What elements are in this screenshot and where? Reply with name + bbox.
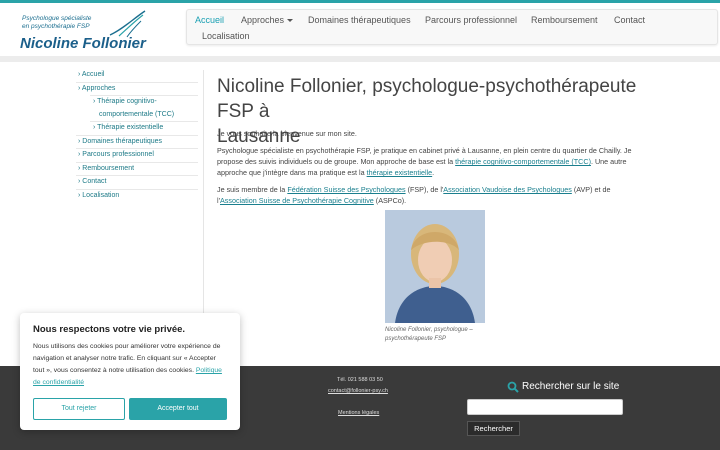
nav-item-accueil[interactable]: Accueil	[195, 15, 224, 25]
portrait-photo	[385, 210, 485, 323]
sidebar-divider	[76, 135, 198, 136]
sidebar-item-label: Contact	[82, 178, 107, 185]
sidebar-item-tcc-line2[interactable]: comportementale (TCC)	[99, 111, 174, 118]
sidebar-item-domaines[interactable]: › Domaines thérapeutiques	[78, 138, 162, 145]
accept-all-button[interactable]: Accepter tout	[129, 398, 227, 420]
sidebar-item-label: Remboursement	[82, 165, 135, 172]
intro-text-c: .	[432, 168, 435, 177]
search-title: Rechercher sur le site	[522, 381, 620, 392]
nav-item-parcours[interactable]: Parcours professionnel	[425, 15, 517, 25]
sidebar-divider	[90, 121, 198, 122]
portrait-illustration	[385, 210, 485, 323]
membership-paragraph: Je suis membre de la Fédération Suisse d…	[217, 184, 649, 206]
sidebar-item-label: Parcours professionnel	[82, 151, 154, 158]
footer-phone[interactable]: Tél. 021 588 03 50	[337, 377, 383, 383]
intro-paragraph: Psychologue spécialiste en psychothérapi…	[217, 145, 649, 178]
fsp-link[interactable]: Fédération Suisse des Psychologues	[287, 185, 405, 194]
sidebar-item-remboursement[interactable]: › Remboursement	[78, 165, 134, 172]
sidebar-divider	[90, 95, 198, 96]
sidebar-item-existentielle[interactable]: › Thérapie existentielle	[93, 124, 163, 131]
sidebar-divider	[76, 162, 198, 163]
membership-text-b: (FSP), de l'	[405, 185, 444, 194]
nav-item-contact[interactable]: Contact	[614, 15, 645, 25]
cookie-body-text: Nous utilisons des cookies pour améliore…	[33, 343, 221, 374]
nav-item-domaines[interactable]: Domaines thérapeutiques	[308, 15, 411, 25]
search-icon	[507, 381, 519, 393]
page-title-line1: Nicoline Follonier, psychologue-psychoth…	[217, 76, 637, 122]
caret-down-icon	[287, 19, 294, 23]
sidebar-item-label: Localisation	[82, 192, 120, 199]
sidebar-item-label: Domaines thérapeutiques	[82, 138, 163, 145]
cookie-title: Nous respectons votre vie privée.	[33, 324, 186, 335]
logo-tagline: Psychologue spécialiste en psychothérapi…	[22, 15, 91, 31]
nav-item-remboursement[interactable]: Remboursement	[531, 15, 598, 25]
portrait-caption: Nicoline Follonier, psychologue – psycho…	[385, 327, 473, 342]
sidebar-item-label: Approches	[81, 85, 116, 92]
site-header: Psychologue spécialiste en psychothérapi…	[0, 3, 720, 58]
sidebar-item-label: Accueil	[81, 71, 105, 78]
cookie-banner: Nous respectons votre vie privée. Nous u…	[20, 313, 240, 430]
membership-text-a: Je suis membre de la	[217, 185, 288, 194]
logo-tagline-line1: Psychologue spécialiste	[22, 15, 92, 22]
site-logo[interactable]: Psychologue spécialiste en psychothérapi…	[20, 9, 170, 55]
nav-item-approches-label: Approches	[241, 15, 285, 25]
sidebar-item-contact[interactable]: › Contact	[78, 178, 106, 185]
sidebar-item-approches[interactable]: › Approches	[78, 85, 115, 92]
logo-name: Nicoline Follonier	[20, 35, 146, 52]
sidebar-item-accueil[interactable]: › Accueil	[78, 71, 104, 78]
sidebar-divider	[76, 148, 198, 149]
avp-link[interactable]: Association Vaudoise des Psychologues	[443, 185, 572, 194]
main-nav: Accueil Approches Domaines thérapeutique…	[186, 9, 718, 45]
header-divider	[0, 56, 720, 62]
nav-item-approches[interactable]: Approches	[241, 15, 294, 25]
footer-legal-link[interactable]: Mentions légales	[338, 410, 379, 416]
sidebar-item-parcours[interactable]: › Parcours professionnel	[78, 151, 154, 158]
sidebar-divider	[76, 189, 198, 190]
nav-item-localisation[interactable]: Localisation	[202, 31, 250, 41]
sidebar-divider	[76, 175, 198, 176]
existentielle-link[interactable]: thérapie existentielle	[367, 168, 433, 177]
cookie-body: Nous utilisons des cookies pour améliore…	[33, 341, 229, 389]
search-button[interactable]: Rechercher	[467, 421, 520, 436]
search-input[interactable]	[467, 399, 623, 415]
reject-all-button[interactable]: Tout rejeter	[33, 398, 125, 420]
tcc-link[interactable]: thérapie cognitivo-comportementale (TCC)	[455, 157, 591, 166]
aspco-link[interactable]: Association Suisse de Psychothérapie Cog…	[220, 196, 374, 205]
sidebar-item-label: Thérapie cognitivo-	[97, 98, 157, 105]
sidebar-item-localisation[interactable]: › Localisation	[78, 192, 119, 199]
sidebar-item-tcc[interactable]: › Thérapie cognitivo-	[93, 98, 157, 105]
membership-text-d: (ASPCo).	[373, 196, 407, 205]
welcome-paragraph: Je vous souhaite la bienvenue sur mon si…	[217, 129, 357, 138]
logo-tagline-line2: en psychothérapie FSP	[22, 23, 90, 30]
footer-email[interactable]: contact@follonier-psy.ch	[328, 388, 388, 394]
sidebar-item-label: Thérapie existentielle	[97, 124, 164, 131]
sidebar-divider	[76, 82, 198, 83]
